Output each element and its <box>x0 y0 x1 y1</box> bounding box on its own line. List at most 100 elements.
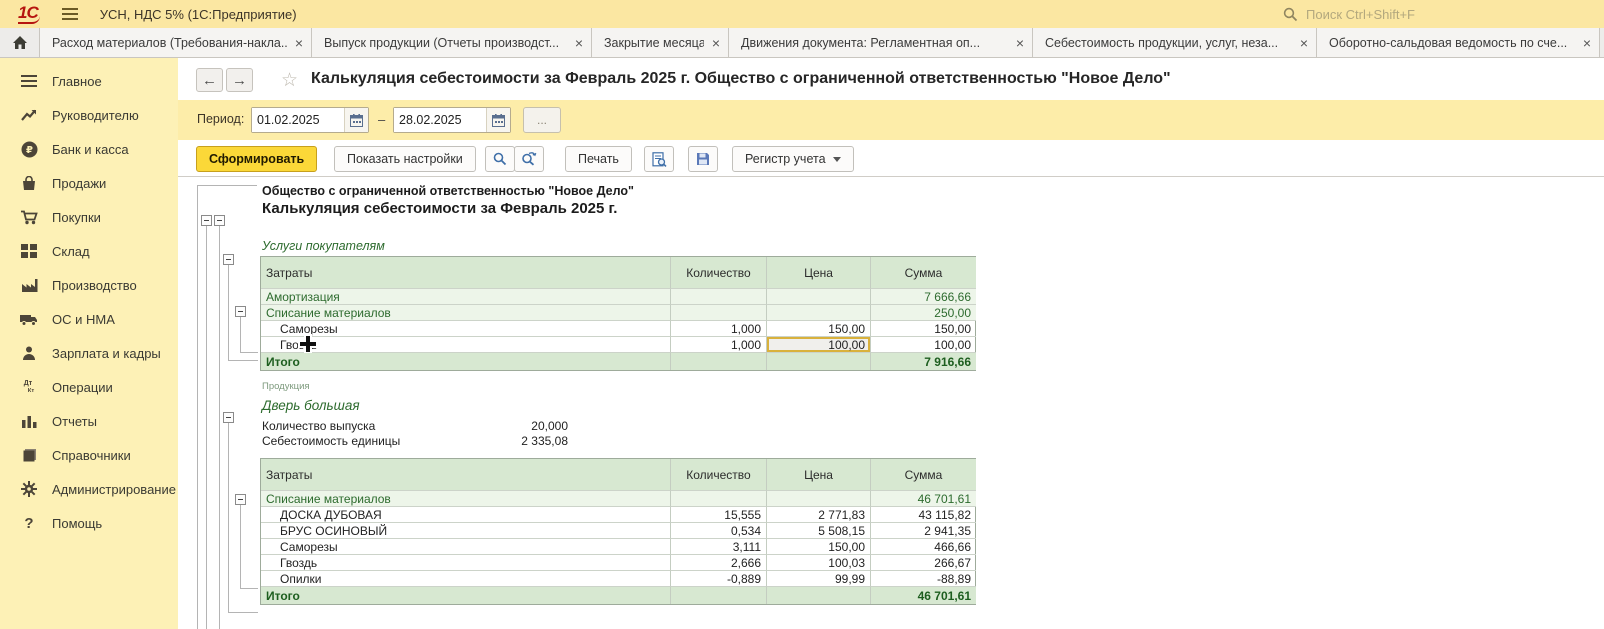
selected-cell-price[interactable]: 100,00 <box>767 337 871 353</box>
cell-sum[interactable]: 7 666,66 <box>871 289 976 305</box>
tab-raskhod-materialov[interactable]: Расход материалов (Требования-накла... × <box>40 28 312 57</box>
cell-qty[interactable] <box>671 353 767 370</box>
cell-qty[interactable]: -0,889 <box>671 571 767 587</box>
close-icon[interactable]: × <box>1300 36 1308 50</box>
cell-expense[interactable]: Гвоздь <box>261 337 671 353</box>
period-from-input[interactable] <box>252 108 344 132</box>
global-search[interactable] <box>1283 0 1494 28</box>
cell-price[interactable]: 150,00 <box>767 321 871 337</box>
sidebar-item-pokupki[interactable]: Покупки <box>0 200 178 234</box>
column-header[interactable]: Количество <box>671 257 767 289</box>
cell-sum[interactable]: 46 701,61 <box>871 587 976 604</box>
cell-expense[interactable]: Амортизация <box>261 289 671 305</box>
cell-qty[interactable]: 1,000 <box>671 337 767 353</box>
cell-sum[interactable]: 266,67 <box>871 555 976 571</box>
cell-price[interactable]: 5 508,15 <box>767 523 871 539</box>
close-icon[interactable]: × <box>575 36 583 50</box>
cell-qty[interactable]: 1,000 <box>671 321 767 337</box>
home-tab[interactable] <box>0 28 40 57</box>
cell-expense[interactable]: Итого <box>261 587 671 604</box>
column-header[interactable]: Количество <box>671 459 767 491</box>
favorite-star-icon[interactable]: ☆ <box>281 69 298 92</box>
tab-sebestoimost[interactable]: Себестоимость продукции, услуг, неза... … <box>1033 28 1317 57</box>
cell-price[interactable] <box>767 587 871 604</box>
cell-sum[interactable]: 2 941,35 <box>871 523 976 539</box>
tab-oborotno-saldovaya[interactable]: Оборотно-сальдовая ведомость по сче... × <box>1317 28 1600 57</box>
cell-price[interactable]: 2 771,83 <box>767 507 871 523</box>
cell-expense[interactable]: Опилки <box>261 571 671 587</box>
cell-sum[interactable]: -88,89 <box>871 571 976 587</box>
cell-qty[interactable] <box>671 491 767 507</box>
cell-expense[interactable]: Саморезы <box>261 321 671 337</box>
sidebar-item-bank-i-kassa[interactable]: ₽ Банк и касса <box>0 132 178 166</box>
close-icon[interactable]: × <box>295 36 303 50</box>
find-next-button[interactable] <box>514 146 544 172</box>
generate-button[interactable]: Сформировать <box>196 146 317 172</box>
cell-sum[interactable]: 7 916,66 <box>871 353 976 370</box>
cell-sum[interactable]: 150,00 <box>871 321 976 337</box>
cell-expense[interactable]: Гвоздь <box>261 555 671 571</box>
search-input[interactable] <box>1304 6 1494 23</box>
find-button[interactable] <box>485 146 515 172</box>
calendar-icon[interactable] <box>344 108 368 132</box>
print-preview-button[interactable] <box>644 146 674 172</box>
back-button[interactable]: ← <box>196 68 223 92</box>
cell-qty[interactable] <box>671 305 767 321</box>
cell-price[interactable]: 100,03 <box>767 555 871 571</box>
cell-price[interactable] <box>767 353 871 370</box>
cell-expense[interactable]: БРУС ОСИНОВЫЙ <box>261 523 671 539</box>
column-header[interactable]: Цена <box>767 459 871 491</box>
sidebar-item-glavnoe[interactable]: Главное <box>0 64 178 98</box>
column-header[interactable]: Затраты <box>261 459 671 491</box>
column-header[interactable]: Сумма <box>871 459 976 491</box>
cell-price[interactable] <box>767 289 871 305</box>
sidebar-item-zarplata-i-kadry[interactable]: Зарплата и кадры <box>0 336 178 370</box>
close-icon[interactable]: × <box>712 36 720 50</box>
cell-qty[interactable]: 0,534 <box>671 523 767 539</box>
cell-price[interactable]: 150,00 <box>767 539 871 555</box>
close-icon[interactable]: × <box>1583 36 1591 50</box>
collapse-group-icon[interactable] <box>214 215 225 226</box>
print-button[interactable]: Печать <box>565 146 632 172</box>
cell-price[interactable] <box>767 491 871 507</box>
sidebar-item-spravochniki[interactable]: Справочники <box>0 438 178 472</box>
cell-sum[interactable]: 100,00 <box>871 337 976 353</box>
collapse-group-icon[interactable] <box>235 494 246 505</box>
column-header[interactable]: Сумма <box>871 257 976 289</box>
calendar-icon[interactable] <box>486 108 510 132</box>
cell-qty[interactable] <box>671 587 767 604</box>
save-button[interactable] <box>688 146 718 172</box>
sidebar-item-pomosch[interactable]: ? Помощь <box>0 506 178 540</box>
sidebar-item-otchety[interactable]: Отчеты <box>0 404 178 438</box>
column-header[interactable]: Затраты <box>261 257 671 289</box>
cell-expense[interactable]: ДОСКА ДУБОВАЯ <box>261 507 671 523</box>
collapse-group-icon[interactable] <box>223 412 234 423</box>
cell-qty[interactable]: 2,666 <box>671 555 767 571</box>
tab-vypusk-produkcii[interactable]: Выпуск продукции (Отчеты производст... × <box>312 28 592 57</box>
sidebar-item-prodazhi[interactable]: Продажи <box>0 166 178 200</box>
collapse-group-icon[interactable] <box>235 306 246 317</box>
sidebar-item-operacii[interactable]: ДтКт Операции <box>0 370 178 404</box>
tab-zakrytie-mesyaca[interactable]: Закрытие месяца × <box>592 28 729 57</box>
period-more-button[interactable]: ... <box>523 107 561 133</box>
column-header[interactable]: Цена <box>767 257 871 289</box>
sidebar-item-sklad[interactable]: Склад <box>0 234 178 268</box>
sidebar-item-os-i-nma[interactable]: ОС и НМА <box>0 302 178 336</box>
cell-sum[interactable]: 250,00 <box>871 305 976 321</box>
cell-price[interactable] <box>767 305 871 321</box>
collapse-group-icon[interactable] <box>201 215 212 226</box>
show-settings-button[interactable]: Показать настройки <box>334 146 476 172</box>
sidebar-item-administrirovanie[interactable]: Администрирование <box>0 472 178 506</box>
register-dropdown-button[interactable]: Регистр учета <box>732 146 854 172</box>
collapse-group-icon[interactable] <box>223 254 234 265</box>
cell-expense[interactable]: Списание материалов <box>261 491 671 507</box>
cell-qty[interactable] <box>671 289 767 305</box>
cell-price[interactable]: 99,99 <box>767 571 871 587</box>
cell-expense[interactable]: Списание материалов <box>261 305 671 321</box>
sidebar-item-proizvodstvo[interactable]: Производство <box>0 268 178 302</box>
cell-qty[interactable]: 15,555 <box>671 507 767 523</box>
cell-sum[interactable]: 43 115,82 <box>871 507 976 523</box>
cell-sum[interactable]: 46 701,61 <box>871 491 976 507</box>
cell-expense[interactable]: Саморезы <box>261 539 671 555</box>
close-icon[interactable]: × <box>1016 36 1024 50</box>
